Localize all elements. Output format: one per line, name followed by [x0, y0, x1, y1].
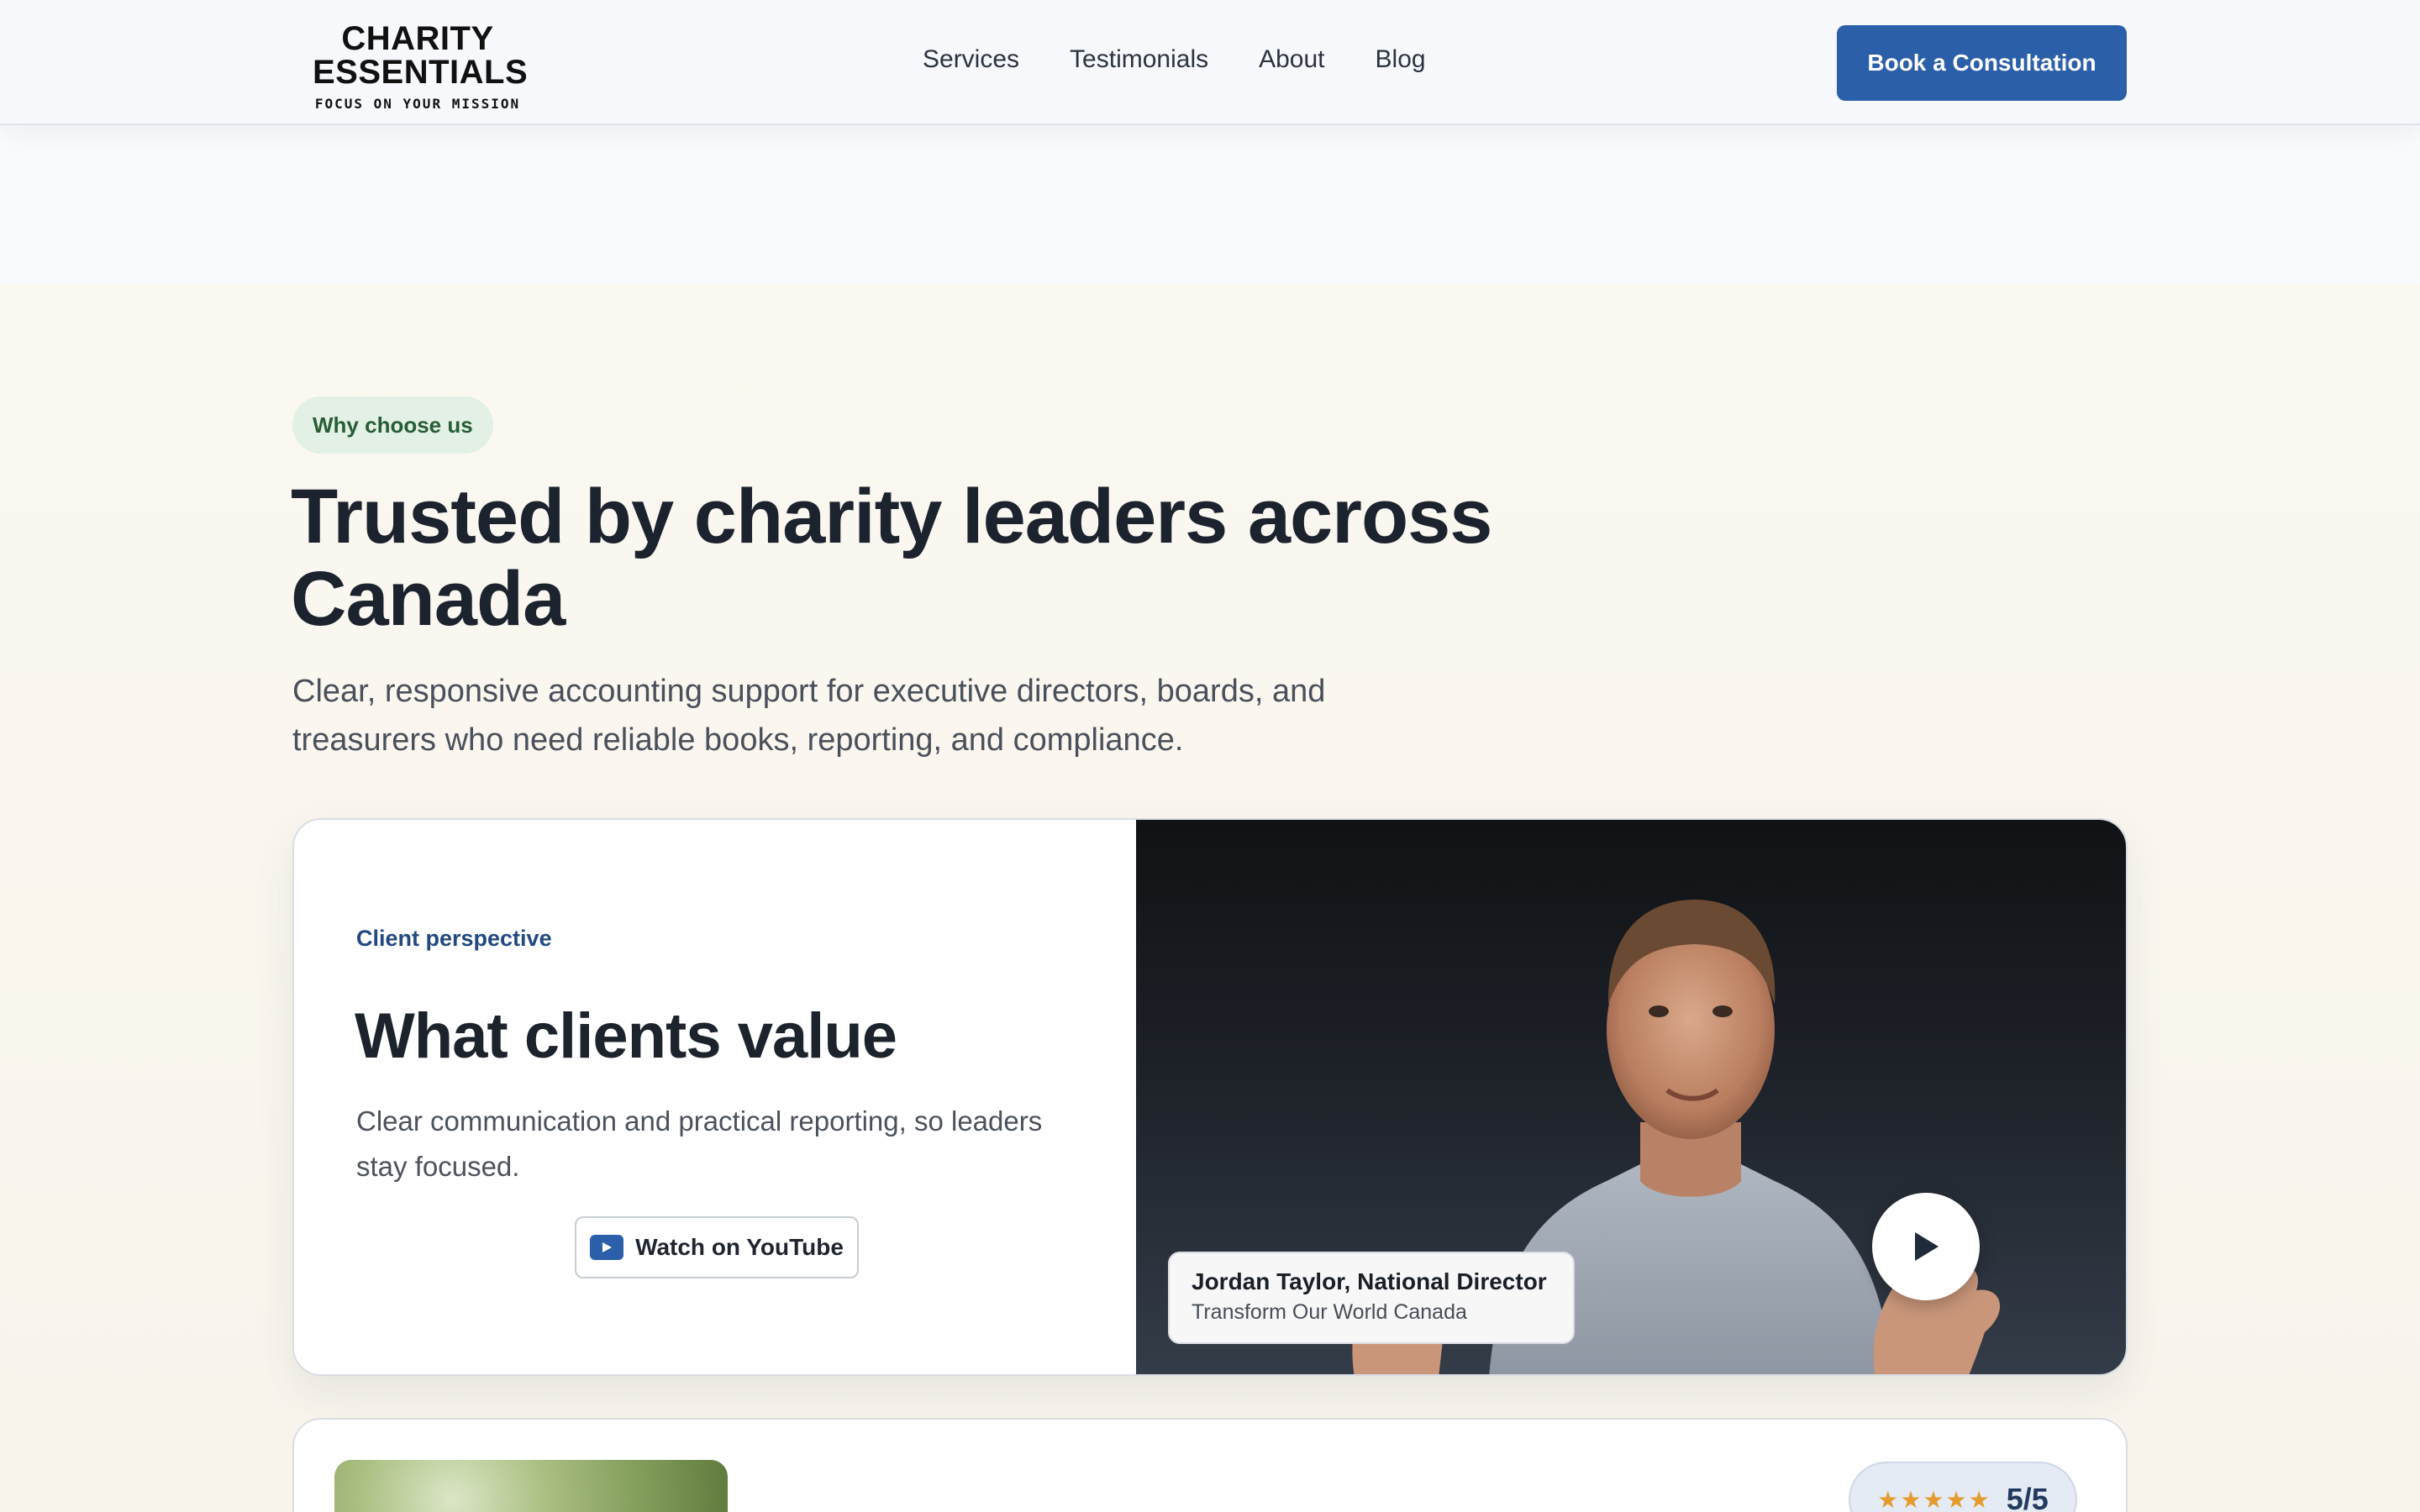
watch-on-youtube-button[interactable]: Watch on YouTube: [575, 1216, 859, 1278]
star-icon: ★★★★★: [1877, 1485, 1991, 1512]
logo-tagline: FOCUS ON YOUR MISSION: [314, 96, 521, 112]
logo[interactable]: CHARITY ESSENTIALS FOCUS ON YOUR MISSION: [313, 20, 529, 112]
card-title: What clients value: [355, 1000, 897, 1072]
card-text-panel: Client perspective What clients value Cl…: [294, 820, 1136, 1374]
video-testimonial-card: Client perspective What clients value Cl…: [292, 818, 2128, 1376]
main-nav: Services Testimonials About Blog: [923, 45, 1426, 74]
nav-services[interactable]: Services: [923, 45, 1019, 74]
video-caption: Jordan Taylor, National Director Transfo…: [1168, 1252, 1575, 1344]
play-icon: [1915, 1232, 1939, 1261]
rating-badge: ★★★★★ 5/5: [1849, 1462, 2077, 1512]
caption-organization: Transform Our World Canada: [1192, 1300, 1467, 1324]
rating-score: 5/5: [2006, 1482, 2049, 1512]
logo-line-2: ESSENTIALS: [313, 54, 529, 91]
nav-testimonials[interactable]: Testimonials: [1070, 45, 1208, 74]
nav-about[interactable]: About: [1259, 45, 1324, 74]
section-headline: Trusted by charity leaders across Canada: [291, 474, 1492, 642]
nav-blog[interactable]: Blog: [1376, 45, 1426, 74]
section-eyebrow-pill: Why choose us: [292, 396, 493, 454]
review-card: ★★★★★ 5/5: [292, 1418, 2128, 1512]
video-player[interactable]: Jordan Taylor, National Director Transfo…: [1136, 820, 2126, 1374]
youtube-button-label: Watch on YouTube: [635, 1234, 844, 1260]
caption-name: Jordan Taylor, National Director: [1192, 1268, 1547, 1294]
play-button[interactable]: [1872, 1193, 1980, 1300]
review-thumbnail-image: [334, 1460, 728, 1512]
site-header: CHARITY ESSENTIALS FOCUS ON YOUR MISSION…: [0, 0, 2420, 125]
section-subhead: Clear, responsive accounting support for…: [292, 674, 1326, 758]
youtube-icon: [590, 1235, 624, 1260]
card-eyebrow: Client perspective: [356, 926, 552, 951]
card-description: Clear communication and practical report…: [356, 1105, 1043, 1182]
logo-line-1: CHARITY: [341, 20, 494, 57]
book-consultation-button[interactable]: Book a Consultation: [1837, 25, 2127, 101]
